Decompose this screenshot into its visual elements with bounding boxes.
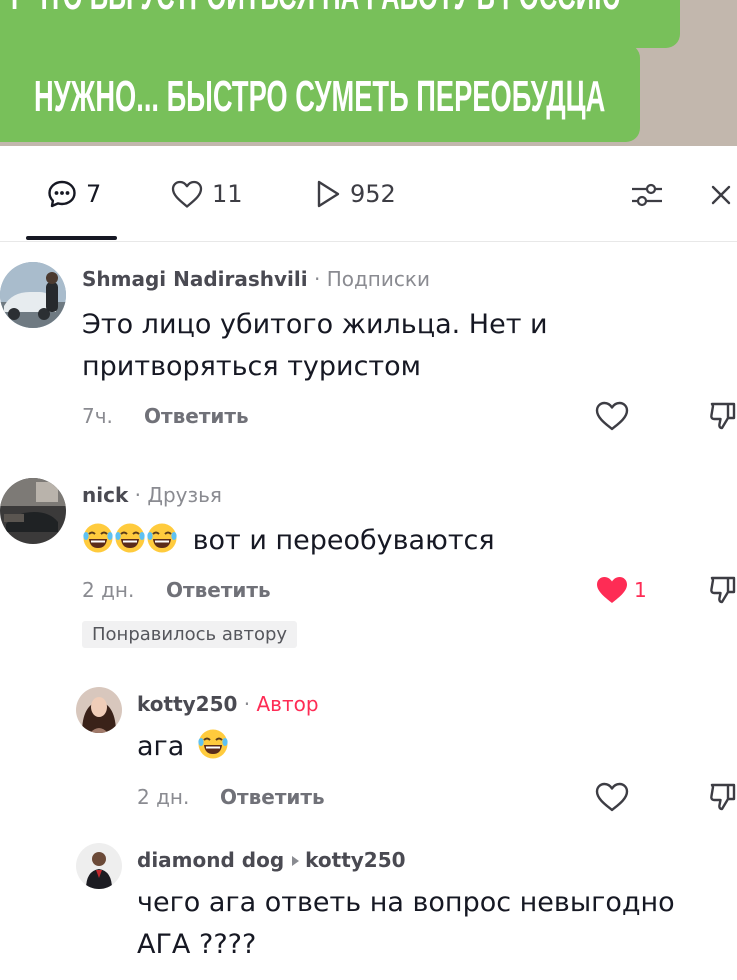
close-button[interactable] bbox=[704, 178, 737, 212]
reply-item: kotty250 · Автор ага 2 дн. Ответить bbox=[0, 684, 737, 824]
close-icon bbox=[711, 185, 731, 205]
avatar[interactable] bbox=[76, 843, 122, 889]
heart-icon bbox=[171, 180, 203, 208]
comment-username[interactable]: nick · Друзья bbox=[82, 483, 222, 507]
views-count: 952 bbox=[350, 180, 396, 208]
comment-text: вот и переобуваются bbox=[82, 520, 495, 562]
tab-comments[interactable]: 7 bbox=[46, 176, 101, 212]
comment-username[interactable]: diamond dog kotty250 bbox=[137, 848, 406, 872]
active-tab-indicator bbox=[26, 236, 117, 240]
comment-username[interactable]: Shmagi Nadirashvili · Подписки bbox=[82, 267, 430, 291]
video-caption-line-1: Y ЧТО БЫ УСТРОИТЬСЯ НА РАБОТУ В РОССИЮ bbox=[6, 0, 621, 19]
comment-username[interactable]: kotty250 · Автор bbox=[137, 692, 319, 716]
comment-item: Shmagi Nadirashvili · Подписки Это лицо … bbox=[0, 258, 737, 448]
comment-text: чего ага ответь на вопрос невыгодно bbox=[137, 887, 675, 918]
relationship-tag: Подписки bbox=[326, 267, 430, 291]
video-caption-line-2: НУЖНО... БЫСТРО СУМЕТЬ ПЕРЕОБУДЦА bbox=[34, 72, 606, 121]
avatar[interactable] bbox=[0, 262, 66, 328]
liked-by-author-badge: Понравилось автору bbox=[82, 621, 298, 648]
relationship-tag: Друзья bbox=[147, 483, 222, 507]
author-tag: Автор bbox=[256, 692, 319, 716]
reply-button[interactable]: Ответить bbox=[166, 578, 271, 602]
avatar-image bbox=[76, 843, 122, 889]
tab-likes[interactable]: 11 bbox=[170, 176, 243, 212]
filter-button[interactable] bbox=[630, 178, 664, 212]
comment-text: ага bbox=[137, 726, 229, 768]
comment-text: АГА ???? bbox=[137, 929, 257, 960]
laughing-tears-emoji bbox=[198, 729, 228, 759]
avatar-image bbox=[76, 687, 122, 733]
comment-text: Это лицо убитого жильца. Нет и bbox=[82, 309, 548, 340]
likes-count: 11 bbox=[212, 180, 243, 208]
tab-views[interactable]: 952 bbox=[314, 176, 396, 212]
reply-item: diamond dog kotty250 чего ага ответь на в… bbox=[0, 840, 737, 980]
comment-time: 7ч. bbox=[82, 404, 113, 428]
reply-button[interactable]: Ответить bbox=[144, 404, 249, 428]
heart-filled-icon[interactable] bbox=[594, 574, 630, 606]
comment-time: 2 дн. bbox=[82, 578, 135, 602]
play-icon bbox=[317, 180, 340, 208]
avatar[interactable] bbox=[76, 687, 122, 733]
avatar-image bbox=[0, 262, 66, 328]
sliders-icon bbox=[632, 183, 662, 207]
comment-like-count: 1 bbox=[634, 578, 647, 602]
laughing-tears-emoji bbox=[83, 523, 113, 553]
comments-count: 7 bbox=[86, 180, 102, 208]
comment-icon bbox=[48, 180, 76, 208]
heart-icon[interactable] bbox=[594, 781, 630, 813]
avatar[interactable] bbox=[0, 478, 66, 544]
dislike-icon[interactable] bbox=[708, 400, 737, 432]
comment-item: nick · Друзья вот и переобуваются 2 дн. … bbox=[0, 474, 737, 664]
comment-time: 2 дн. bbox=[137, 785, 190, 809]
reply-button[interactable]: Ответить bbox=[220, 785, 325, 809]
comment-text: притворяться туристом bbox=[82, 351, 422, 382]
reply-arrow-icon bbox=[292, 855, 300, 866]
comments-header: 7 11 952 bbox=[0, 146, 737, 242]
video-preview[interactable]: Y ЧТО БЫ УСТРОИТЬСЯ НА РАБОТУ В РОССИЮ Н… bbox=[0, 0, 737, 146]
dislike-icon[interactable] bbox=[708, 574, 737, 606]
heart-icon[interactable] bbox=[594, 400, 630, 432]
dislike-icon[interactable] bbox=[708, 781, 737, 813]
avatar-image bbox=[0, 478, 66, 544]
laughing-tears-emoji bbox=[147, 523, 177, 553]
laughing-tears-emoji bbox=[115, 523, 145, 553]
reply-to-username[interactable]: kotty250 bbox=[305, 848, 405, 872]
